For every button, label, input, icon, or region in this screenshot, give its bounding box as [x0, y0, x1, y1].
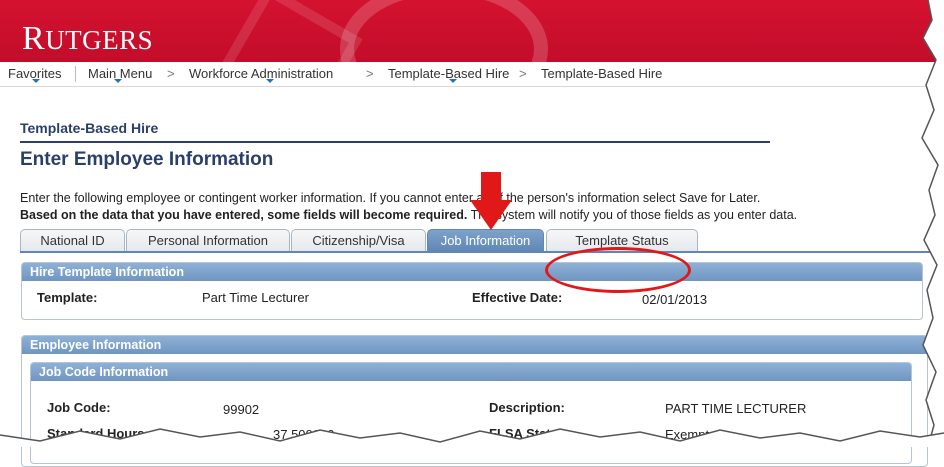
- description-value: PART TIME LECTURER: [665, 401, 807, 416]
- template-label: Template:: [37, 290, 98, 305]
- nav-divider: [75, 66, 76, 82]
- red-arrow-annotation: [470, 172, 512, 230]
- hire-template-group: Hire Template Information Template: Part…: [21, 262, 923, 320]
- effective-date-label: Effective Date:: [472, 290, 563, 305]
- template-value: Part Time Lecturer: [202, 290, 309, 305]
- effective-date-value: 02/01/2013: [642, 292, 708, 307]
- red-ellipse-annotation: [545, 247, 691, 293]
- page-title: Enter Employee Information: [20, 149, 274, 170]
- job-code-label: Job Code:: [47, 400, 111, 415]
- breadcrumb-separator: >: [167, 66, 175, 81]
- job-code-header: Job Code Information: [31, 363, 911, 381]
- chevron-down-icon[interactable]: [32, 79, 40, 83]
- tab-personal-information[interactable]: Personal Information: [126, 229, 290, 252]
- title-divider: [20, 141, 770, 143]
- breadcrumb-separator: >: [519, 66, 527, 81]
- tab-underline: [20, 251, 944, 253]
- employee-info-group: Employee Information Job Code Informatio…: [21, 335, 928, 467]
- employee-info-header: Employee Information: [22, 336, 927, 354]
- breadcrumb-separator: >: [366, 66, 374, 81]
- chevron-down-icon[interactable]: [266, 79, 274, 83]
- tab-citizenship-visa[interactable]: Citizenship/Visa: [291, 229, 426, 252]
- rutgers-banner: RUTGERS: [0, 0, 944, 62]
- banner-seal-decoration: [340, 0, 548, 62]
- navigation-bar: Favorites Main Menu > Workforce Administ…: [0, 62, 944, 87]
- nav-template-based-hire-page[interactable]: Template-Based Hire: [541, 66, 662, 81]
- instructions-line-1: Enter the following employee or continge…: [20, 191, 761, 205]
- chevron-down-icon[interactable]: [449, 79, 457, 83]
- torn-edge-bottom: [0, 428, 944, 447]
- torn-edge-right: [921, 0, 944, 447]
- tab-national-id[interactable]: National ID: [20, 229, 125, 252]
- hire-template-header: Hire Template Information: [22, 263, 922, 281]
- tab-job-information[interactable]: Job Information: [427, 229, 544, 252]
- chevron-down-icon[interactable]: [114, 79, 122, 83]
- nav-workforce-administration[interactable]: Workforce Administration: [189, 66, 333, 81]
- description-label: Description:: [489, 400, 565, 415]
- rutgers-logo[interactable]: RUTGERS: [22, 20, 153, 58]
- job-code-group: Job Code Information Job Code: 99902 Des…: [30, 362, 912, 464]
- job-code-value: 99902: [223, 402, 260, 417]
- component-title: Template-Based Hire: [20, 120, 159, 136]
- instructions-line-2: Based on the data that you have entered,…: [20, 208, 798, 222]
